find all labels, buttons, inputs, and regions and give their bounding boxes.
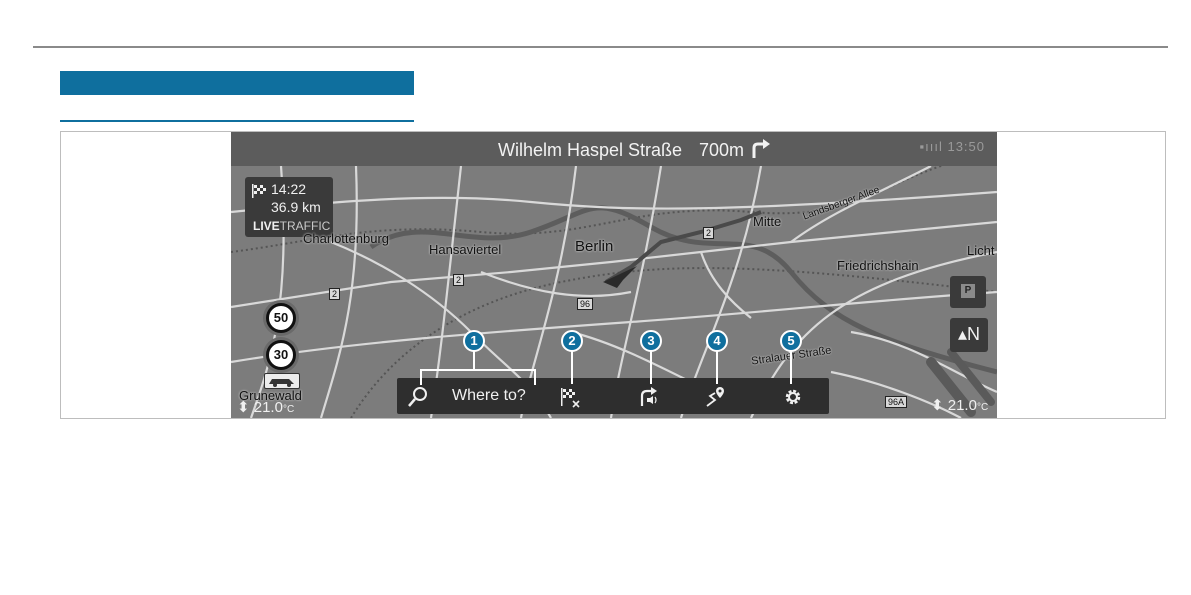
- temperature-right-value: 21.0: [947, 397, 977, 414]
- callout-leader: [716, 351, 718, 384]
- arrival-time: 14:22: [271, 181, 307, 197]
- north-label: N: [967, 324, 981, 344]
- current-street: Wilhelm Haspel Straße: [498, 140, 683, 160]
- callout-leader: [571, 351, 573, 384]
- callout-3: 3: [640, 330, 662, 352]
- road-sign: 96A: [885, 396, 908, 408]
- temperature-left-value: 21.0: [253, 399, 283, 416]
- callout-leader: [420, 369, 536, 371]
- parking-button[interactable]: P: [950, 276, 986, 308]
- temperature-left: ⬍ 21.0°C: [237, 399, 295, 416]
- map-label-mitte: Mitte: [753, 214, 782, 229]
- road-sign: 96: [577, 298, 594, 310]
- road-sign: 2: [329, 288, 341, 300]
- map-label-hansaviertel: Hansaviertel: [429, 242, 502, 257]
- callout-leader: [790, 351, 792, 384]
- callout-1: 1: [463, 330, 485, 352]
- where-to-input[interactable]: Where to?: [452, 387, 526, 405]
- guidance-header: Wilhelm Haspel Straße 700m ▪ıııl 13:50: [231, 132, 997, 166]
- cancel-route-icon[interactable]: [559, 386, 581, 413]
- map-label-licht: Licht: [967, 243, 995, 258]
- top-rule: [33, 46, 1168, 48]
- callout-leader: [473, 351, 475, 370]
- callout-leader: [534, 369, 536, 385]
- map-label-berlin: Berlin: [575, 238, 614, 255]
- callout-leader: [420, 369, 422, 385]
- callout-4: 4: [706, 330, 728, 352]
- callout-leader: [650, 351, 652, 384]
- turn-distance: 700m: [699, 140, 745, 160]
- search-icon[interactable]: [407, 386, 429, 413]
- status-clock: ▪ıııl 13:50: [919, 139, 985, 154]
- callout-2: 2: [561, 330, 583, 352]
- road-sign: 2: [703, 227, 715, 239]
- temperature-unit: °C: [282, 404, 295, 415]
- speed-limit-sign: 30: [266, 340, 296, 370]
- speed-limit-sign: 50: [266, 303, 296, 333]
- navigation-menu-bar: Where to?: [397, 378, 829, 414]
- parking-icon: P: [961, 284, 975, 298]
- settings-gear-icon[interactable]: [782, 386, 804, 413]
- compass-north-icon: ▴N: [958, 324, 981, 344]
- callout-5: 5: [780, 330, 802, 352]
- navigation-screen[interactable]: Wilhelm Haspel Straße 700m ▪ıııl 13:50 1…: [231, 132, 997, 418]
- map-label-charlottenburg: Charlottenburg: [303, 231, 389, 246]
- road-sign: 2: [453, 274, 465, 286]
- map-label-friedrichshain: Friedrichshain: [837, 258, 919, 273]
- car-icon: [264, 373, 300, 389]
- temperature-right: ⬍ 21.0°C: [931, 397, 989, 414]
- north-up-button[interactable]: ▴N: [950, 318, 988, 352]
- temperature-unit: °C: [976, 402, 989, 413]
- voice-guidance-icon[interactable]: [638, 386, 660, 413]
- route-destination-icon[interactable]: [705, 385, 727, 412]
- remaining-distance: 36.9 km: [271, 199, 321, 215]
- turn-right-icon: [749, 138, 771, 165]
- eta-panel[interactable]: 14:22 36.9 km LIVETRAFFIC: [245, 177, 333, 237]
- destination-flag-icon: [251, 183, 267, 204]
- map-canvas[interactable]: [231, 132, 997, 418]
- live-label: LIVE: [253, 219, 280, 233]
- section-rule: [60, 120, 414, 122]
- section-heading-bar: [60, 71, 414, 95]
